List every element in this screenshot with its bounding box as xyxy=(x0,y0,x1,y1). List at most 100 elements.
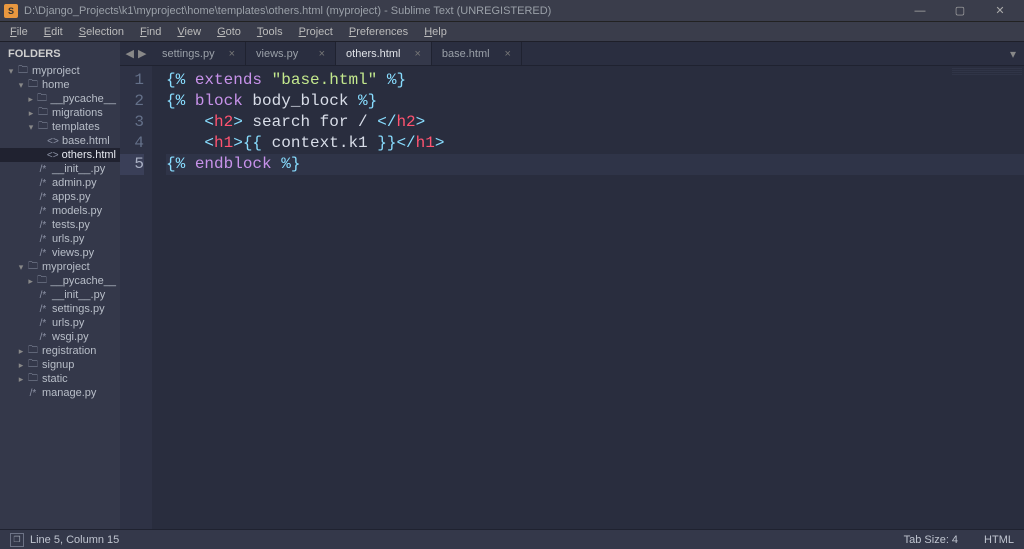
panel-switcher-icon[interactable]: ❐ xyxy=(10,533,24,547)
folder-migrations[interactable]: ▸🗀migrations xyxy=(0,106,120,120)
menu-project[interactable]: Project xyxy=(291,24,341,40)
menu-selection[interactable]: Selection xyxy=(71,24,132,40)
code-line[interactable]: {% block body_block %} xyxy=(166,91,1024,112)
menu-find[interactable]: Find xyxy=(132,24,169,40)
folder-myproject[interactable]: ▾🗀myproject xyxy=(0,260,120,274)
tree-item-label: base.html xyxy=(60,135,110,147)
file-others.html[interactable]: <>others.html xyxy=(0,148,120,162)
tab-base-html[interactable]: base.html× xyxy=(432,42,522,65)
file-views.py[interactable]: /*views.py xyxy=(0,246,120,260)
tab-close-icon[interactable]: × xyxy=(400,48,420,60)
menu-goto[interactable]: Goto xyxy=(209,24,249,40)
minimize-button[interactable]: — xyxy=(900,0,940,22)
maximize-button[interactable]: ▢ xyxy=(940,0,980,22)
status-left[interactable]: Line 5, Column 15 xyxy=(30,534,119,546)
tree-item-label: models.py xyxy=(50,205,102,217)
file-settings.py[interactable]: /*settings.py xyxy=(0,302,120,316)
tree-item-label: myproject xyxy=(40,261,90,273)
tab-close-icon[interactable]: × xyxy=(215,48,235,60)
file-urls.py[interactable]: /*urls.py xyxy=(0,316,120,330)
file-manage.py[interactable]: /*manage.py xyxy=(0,386,120,400)
tree-item-label: signup xyxy=(40,359,74,371)
status-syntax[interactable]: HTML xyxy=(984,534,1014,546)
statusbar: ❐ Line 5, Column 15 Tab Size: 4 HTML xyxy=(0,529,1024,549)
disclosure-triangle-icon[interactable]: ▾ xyxy=(26,122,36,133)
menu-help[interactable]: Help xyxy=(416,24,455,40)
tree-item-label: manage.py xyxy=(40,387,96,399)
sidebar-header: FOLDERS xyxy=(0,42,120,64)
code-line[interactable]: {% endblock %} xyxy=(166,154,1024,175)
sidebar: FOLDERS ▾🗀myproject▾🗀home▸🗀__pycache__▸🗀… xyxy=(0,42,120,529)
folder-registration[interactable]: ▸🗀registration xyxy=(0,344,120,358)
tree-item-label: others.html xyxy=(60,149,116,161)
folder-templates[interactable]: ▾🗀templates xyxy=(0,120,120,134)
tab-nav[interactable]: ◀ ▶ xyxy=(120,42,152,65)
code-file-icon: /* xyxy=(36,164,50,175)
folder-__pycache__[interactable]: ▸🗀__pycache__ xyxy=(0,274,120,288)
folder-signup[interactable]: ▸🗀signup xyxy=(0,358,120,372)
code-line[interactable]: <h2> search for / </h2> xyxy=(166,112,1024,133)
file-tests.py[interactable]: /*tests.py xyxy=(0,218,120,232)
file-admin.py[interactable]: /*admin.py xyxy=(0,176,120,190)
window-titlebar: S D:\Django_Projects\k1\myproject\home\t… xyxy=(0,0,1024,22)
disclosure-triangle-icon[interactable]: ▸ xyxy=(16,374,26,385)
tab-label: base.html xyxy=(442,48,490,60)
menu-view[interactable]: View xyxy=(169,24,209,40)
disclosure-triangle-icon[interactable]: ▸ xyxy=(26,276,35,287)
file-__init__.py[interactable]: /*__init__.py xyxy=(0,162,120,176)
folder-__pycache__[interactable]: ▸🗀__pycache__ xyxy=(0,92,120,106)
close-button[interactable]: ✕ xyxy=(980,0,1020,22)
menu-tools[interactable]: Tools xyxy=(249,24,291,40)
tab-close-icon[interactable]: × xyxy=(490,48,510,60)
code-line[interactable]: {% extends "base.html" %} xyxy=(166,70,1024,91)
disclosure-triangle-icon[interactable]: ▸ xyxy=(16,346,26,357)
code-file-icon: /* xyxy=(36,290,50,301)
code-file-icon: /* xyxy=(36,248,50,259)
tab-close-icon[interactable]: × xyxy=(305,48,325,60)
tab-settings-py[interactable]: settings.py× xyxy=(152,42,246,65)
disclosure-triangle-icon[interactable]: ▾ xyxy=(6,66,16,77)
tabs-container: settings.py×views.py×others.html×base.ht… xyxy=(152,42,522,65)
folder-icon: 🗀 xyxy=(36,119,50,136)
tab-views-py[interactable]: views.py× xyxy=(246,42,336,65)
file-urls.py[interactable]: /*urls.py xyxy=(0,232,120,246)
editor-pane: ◀ ▶ settings.py×views.py×others.html×bas… xyxy=(120,42,1024,529)
file-__init__.py[interactable]: /*__init__.py xyxy=(0,288,120,302)
code-line[interactable]: <h1>{{ context.k1 }}</h1> xyxy=(166,133,1024,154)
tab-nav-forward-icon[interactable]: ▶ xyxy=(138,47,146,60)
disclosure-triangle-icon[interactable]: ▸ xyxy=(16,360,26,371)
menu-preferences[interactable]: Preferences xyxy=(341,24,416,40)
menu-edit[interactable]: Edit xyxy=(36,24,71,40)
code-area[interactable]: {% extends "base.html" %}{% block body_b… xyxy=(152,66,1024,529)
status-tab-size[interactable]: Tab Size: 4 xyxy=(904,534,958,546)
tab-others-html[interactable]: others.html× xyxy=(336,42,432,65)
code-file-icon: /* xyxy=(36,178,50,189)
code-editor[interactable]: 12345 {% extends "base.html" %}{% block … xyxy=(120,66,1024,529)
window-title: D:\Django_Projects\k1\myproject\home\tem… xyxy=(24,5,900,17)
code-file-icon: /* xyxy=(36,220,50,231)
minimap[interactable] xyxy=(952,68,1022,76)
folder-static[interactable]: ▸🗀static xyxy=(0,372,120,386)
tab-nav-back-icon[interactable]: ◀ xyxy=(126,47,134,60)
disclosure-triangle-icon[interactable]: ▸ xyxy=(26,108,36,119)
file-apps.py[interactable]: /*apps.py xyxy=(0,190,120,204)
code-file-icon: /* xyxy=(36,234,50,245)
sidebar-header-label: FOLDERS xyxy=(8,48,61,60)
window-controls: — ▢ ✕ xyxy=(900,0,1020,22)
folder-myproject[interactable]: ▾🗀myproject xyxy=(0,64,120,78)
disclosure-triangle-icon[interactable]: ▸ xyxy=(26,94,35,105)
file-wsgi.py[interactable]: /*wsgi.py xyxy=(0,330,120,344)
disclosure-triangle-icon[interactable]: ▾ xyxy=(16,80,26,91)
menu-file[interactable]: File xyxy=(2,24,36,40)
line-number: 4 xyxy=(120,133,144,154)
file-tree[interactable]: ▾🗀myproject▾🗀home▸🗀__pycache__▸🗀migratio… xyxy=(0,64,120,529)
line-number: 1 xyxy=(120,70,144,91)
tree-item-label: migrations xyxy=(50,107,103,119)
disclosure-triangle-icon[interactable]: ▾ xyxy=(16,262,26,273)
file-models.py[interactable]: /*models.py xyxy=(0,204,120,218)
tree-item-label: __init__.py xyxy=(50,163,105,175)
tab-overflow-menu[interactable]: ▾ xyxy=(1002,42,1024,65)
file-base.html[interactable]: <>base.html xyxy=(0,134,120,148)
tree-item-label: static xyxy=(40,373,68,385)
folder-home[interactable]: ▾🗀home xyxy=(0,78,120,92)
